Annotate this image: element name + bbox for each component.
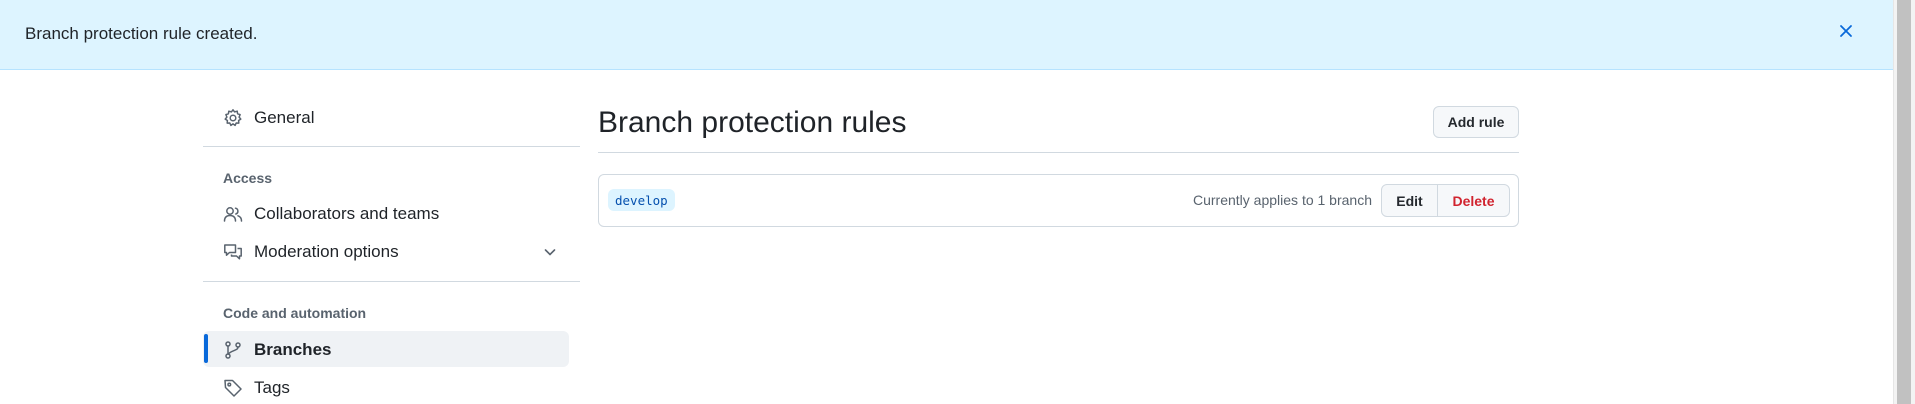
sidebar-item-label: Tags: [254, 378, 290, 397]
delete-button[interactable]: Delete: [1438, 185, 1509, 216]
rule-row: develop Currently applies to 1 branch Ed…: [598, 174, 1519, 227]
people-icon: [222, 203, 244, 225]
sidebar-item-collaborators[interactable]: Collaborators and teams: [222, 203, 439, 225]
sidebar-item-label: General: [254, 108, 315, 127]
sidebar-item-label: Branches: [254, 340, 332, 359]
selected-indicator: [204, 334, 208, 363]
branch-name-tag[interactable]: develop: [608, 189, 675, 211]
title-divider: [598, 152, 1519, 153]
add-rule-button[interactable]: Add rule: [1433, 106, 1519, 138]
sidebar-item-tags[interactable]: Tags: [222, 377, 290, 399]
flash-banner: Branch protection rule created.: [0, 0, 1893, 70]
applies-text: Currently applies to 1 branch: [1193, 192, 1372, 208]
sidebar-item-moderation[interactable]: Moderation options: [222, 241, 560, 263]
page-title: Branch protection rules: [598, 106, 907, 139]
gear-icon: [222, 107, 244, 129]
sidebar-divider: [203, 146, 580, 147]
sidebar-section-code-automation: Code and automation: [223, 305, 367, 321]
tag-icon: [222, 377, 244, 399]
sidebar-item-general[interactable]: General: [222, 107, 314, 129]
chevron-down-icon[interactable]: [542, 244, 558, 265]
close-icon[interactable]: [1834, 19, 1858, 43]
comment-discussion-icon: [222, 241, 244, 263]
sidebar-divider: [203, 281, 580, 282]
sidebar-item-label: Collaborators and teams: [254, 204, 440, 223]
scrollbar-thumb[interactable]: [1897, 0, 1911, 404]
git-branch-icon: [222, 339, 244, 361]
rule-actions: Edit Delete: [1381, 184, 1510, 217]
flash-message: Branch protection rule created.: [25, 24, 258, 43]
edit-button[interactable]: Edit: [1382, 185, 1438, 216]
sidebar-item-label: Moderation options: [254, 242, 399, 261]
sidebar-section-access: Access: [223, 170, 273, 186]
sidebar-item-branches[interactable]: Branches: [222, 339, 331, 361]
